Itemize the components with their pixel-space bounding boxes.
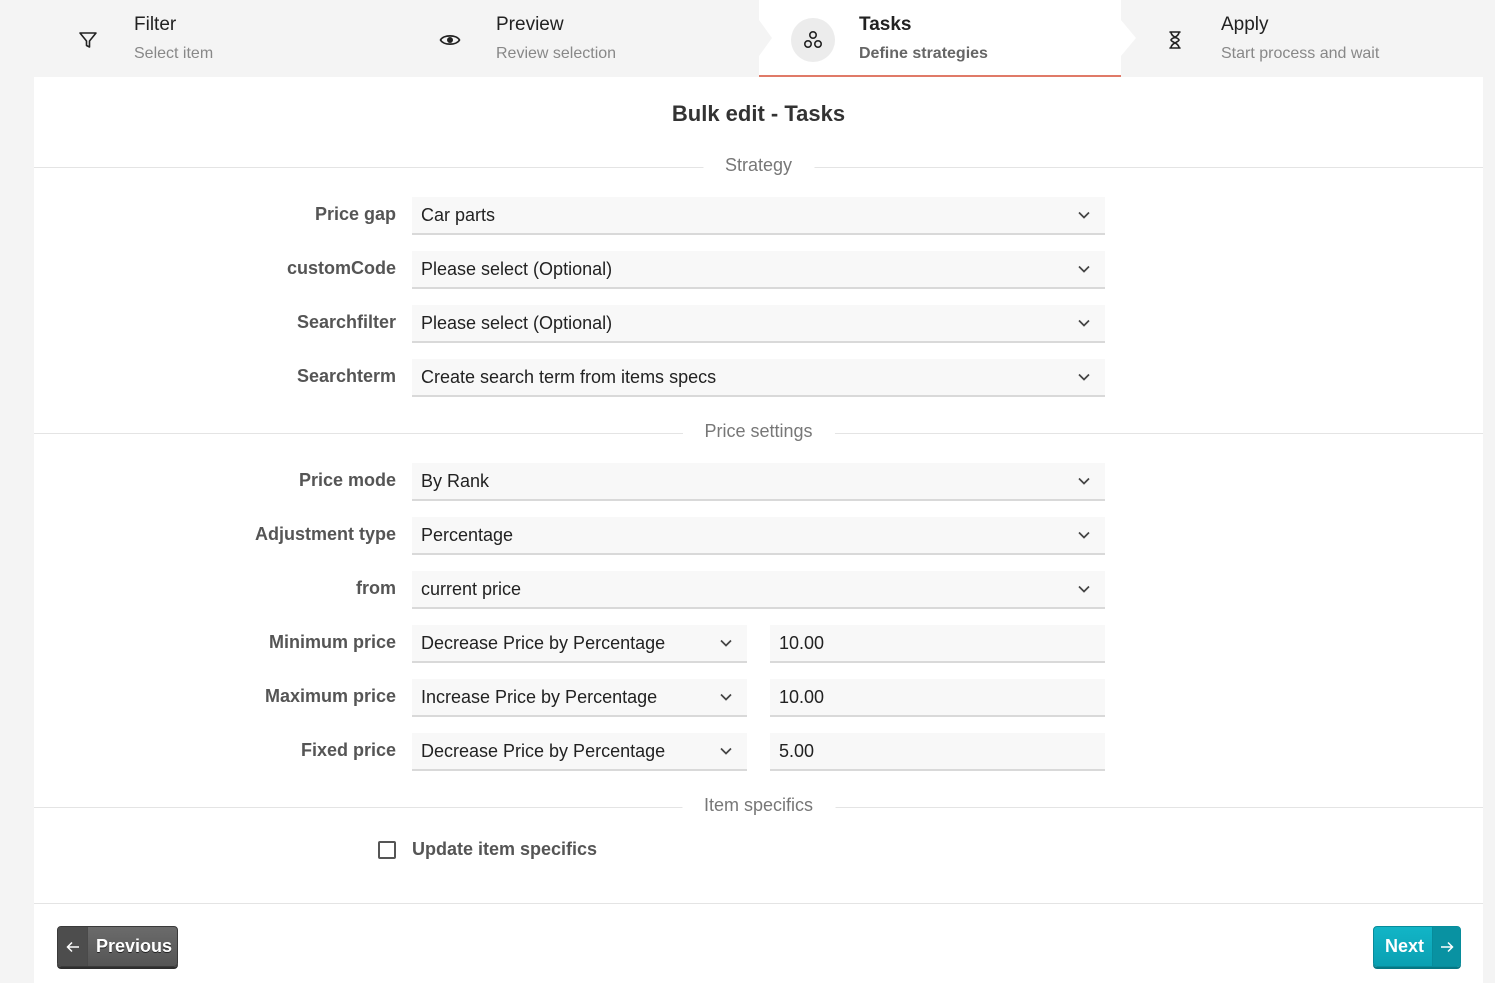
step-subtitle: Review selection	[496, 45, 617, 62]
fixed-price-label: Fixed price	[300, 740, 396, 760]
update-item-specifics-label[interactable]: Update item specifics	[412, 839, 597, 860]
step-subtitle: Select item	[134, 45, 214, 62]
chevron-down-icon	[1078, 531, 1090, 539]
hourglass-icon	[1153, 18, 1197, 62]
chevron-down-icon	[1078, 211, 1090, 219]
maximum-price-input[interactable]: 10.00	[770, 679, 1105, 717]
minimum-price-label: Minimum price	[268, 632, 396, 652]
searchterm-select[interactable]: Create search term from items specs	[412, 359, 1105, 397]
select-value: Car parts	[421, 204, 496, 225]
from-select[interactable]: current price	[412, 571, 1105, 609]
select-value: current price	[421, 578, 522, 599]
input-value: 5.00	[779, 740, 815, 761]
select-value: Please select (Optional)	[421, 312, 613, 333]
chevron-down-icon	[1078, 477, 1090, 485]
select-value: By Rank	[421, 470, 490, 491]
footer-divider	[34, 903, 1483, 904]
chevron-down-icon	[1078, 585, 1090, 593]
step-apply[interactable]: Apply Start process and wait	[1121, 0, 1483, 77]
chevron-down-icon	[1078, 373, 1090, 381]
minimum-price-mode-select[interactable]: Decrease Price by Percentage	[412, 625, 747, 663]
fixed-price-input[interactable]: 5.00	[770, 733, 1105, 771]
maximum-price-label: Maximum price	[264, 686, 396, 706]
chevron-down-icon	[720, 747, 732, 755]
price-gap-select[interactable]: Car parts	[412, 197, 1105, 235]
chevron-down-icon	[1078, 319, 1090, 327]
select-value: Decrease Price by Percentage	[421, 740, 666, 761]
step-title: Apply	[1221, 14, 1269, 35]
previous-button[interactable]: Previous	[57, 926, 178, 967]
custom-code-label: customCode	[286, 258, 396, 278]
price-mode-select[interactable]: By Rank	[412, 463, 1105, 501]
section-title-strategy: Strategy	[702, 155, 815, 176]
step-subtitle: Define strategies	[859, 45, 988, 62]
adjustment-type-label: Adjustment type	[254, 524, 396, 544]
minimum-price-input[interactable]: 10.00	[770, 625, 1105, 663]
input-value: 10.00	[779, 686, 825, 707]
update-item-specifics-checkbox[interactable]	[378, 841, 396, 859]
searchterm-label: Searchterm	[296, 366, 396, 386]
arrow-left-icon	[58, 927, 88, 966]
wizard-steps: Filter Select item Preview Review select…	[34, 0, 1483, 77]
select-value: Decrease Price by Percentage	[421, 632, 666, 653]
step-preview[interactable]: Preview Review selection	[396, 0, 758, 77]
price-mode-label: Price mode	[298, 470, 396, 490]
adjustment-type-select[interactable]: Percentage	[412, 517, 1105, 555]
fixed-price-mode-select[interactable]: Decrease Price by Percentage	[412, 733, 747, 771]
select-value: Increase Price by Percentage	[421, 686, 658, 707]
step-title: Preview	[496, 14, 564, 35]
from-label: from	[356, 578, 396, 598]
searchfilter-select[interactable]: Please select (Optional)	[412, 305, 1105, 343]
page-title: Bulk edit - Tasks	[671, 101, 846, 126]
step-separator	[759, 20, 772, 56]
searchfilter-label: Searchfilter	[296, 312, 396, 332]
select-value: Please select (Optional)	[421, 258, 613, 279]
section-title-item-specifics: Item specifics	[681, 795, 836, 816]
next-button[interactable]: Next	[1373, 926, 1461, 967]
select-value: Create search term from items specs	[421, 366, 717, 387]
maximum-price-mode-select[interactable]: Increase Price by Percentage	[412, 679, 747, 717]
chevron-down-icon	[1078, 265, 1090, 273]
step-title: Filter	[134, 14, 177, 35]
eye-icon	[428, 18, 472, 62]
step-subtitle: Start process and wait	[1221, 45, 1380, 62]
select-value: Percentage	[421, 524, 514, 545]
step-tasks[interactable]: Tasks Define strategies	[759, 0, 1121, 77]
tasks-icon	[791, 18, 835, 62]
section-title-price-settings: Price settings	[682, 421, 835, 442]
price-gap-label: Price gap	[314, 204, 396, 224]
bulk-edit-card: Bulk edit - Tasks Strategy Price gap Car…	[34, 77, 1483, 983]
step-filter[interactable]: Filter Select item	[34, 0, 396, 77]
chevron-down-icon	[720, 639, 732, 647]
chevron-down-icon	[720, 693, 732, 701]
next-button-label: Next	[1385, 936, 1425, 956]
filter-icon	[66, 18, 110, 62]
previous-button-label: Previous	[96, 936, 173, 956]
input-value: 10.00	[779, 632, 825, 653]
arrow-right-icon	[1432, 927, 1460, 966]
custom-code-select[interactable]: Please select (Optional)	[412, 251, 1105, 289]
step-title: Tasks	[859, 14, 912, 35]
